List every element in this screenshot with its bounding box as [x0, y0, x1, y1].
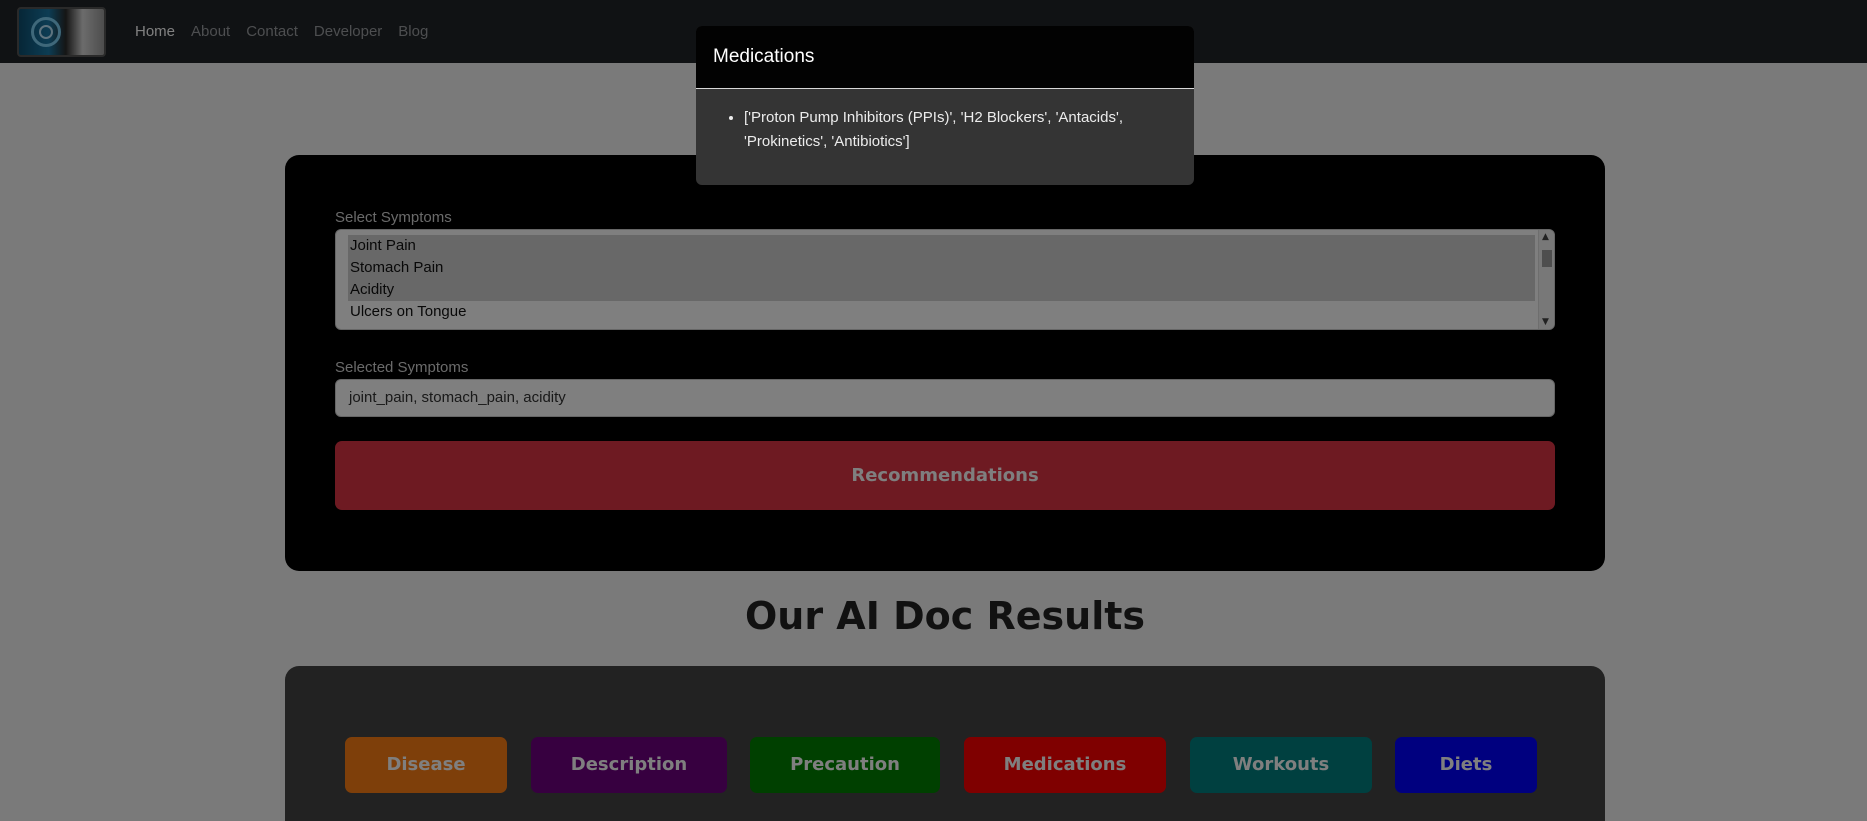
modal-body: ['Proton Pump Inhibitors (PPIs)', 'H2 Bl… — [696, 89, 1194, 154]
medications-list: ['Proton Pump Inhibitors (PPIs)', 'H2 Bl… — [744, 106, 1174, 154]
list-item: ['Proton Pump Inhibitors (PPIs)', 'H2 Bl… — [744, 106, 1174, 154]
modal-title: Medications — [713, 46, 815, 67]
modal-header: Medications — [696, 26, 1194, 89]
medications-modal: Medications ['Proton Pump Inhibitors (PP… — [696, 26, 1194, 185]
